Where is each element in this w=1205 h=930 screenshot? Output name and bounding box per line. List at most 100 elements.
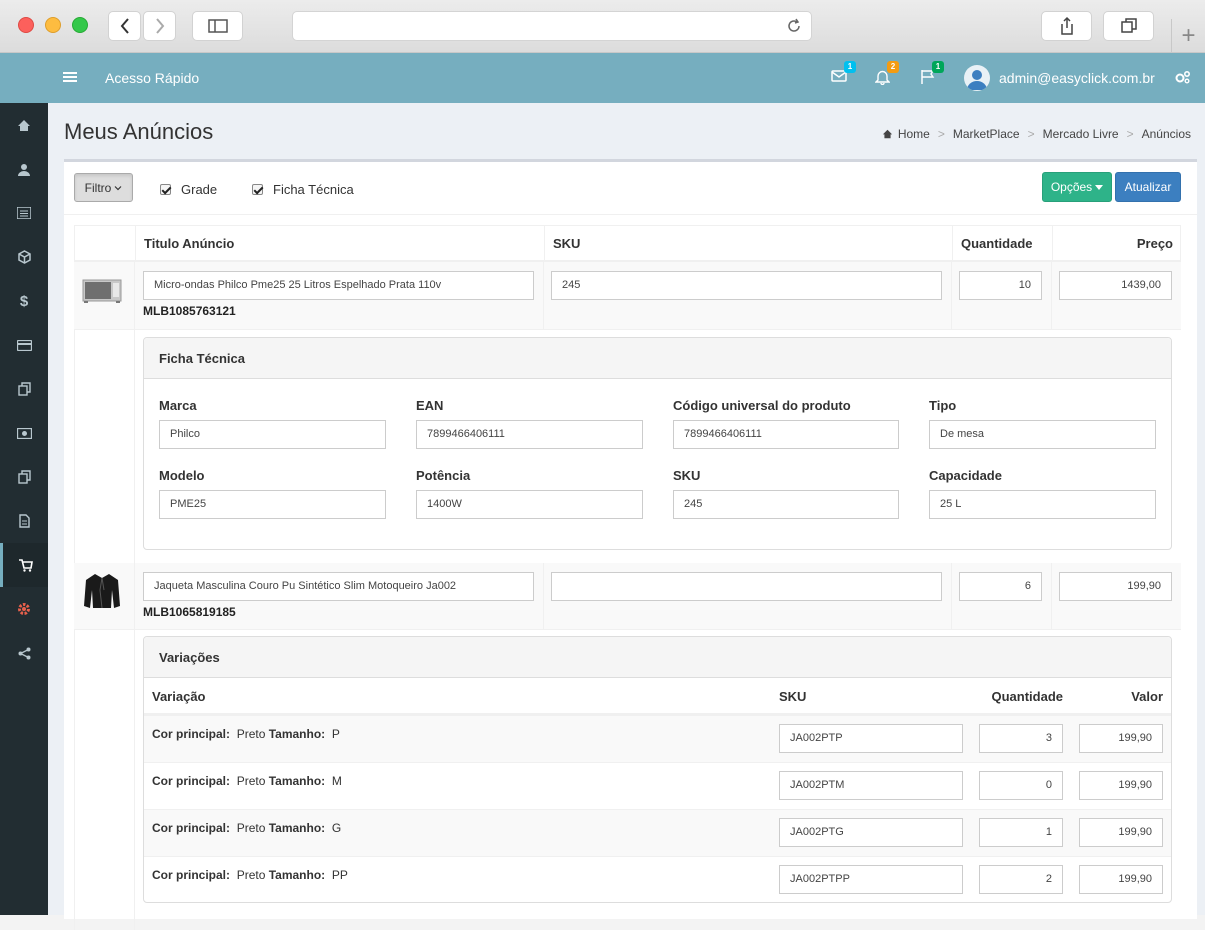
codigo-universal-input[interactable]: 7899466406111 (673, 420, 899, 449)
tabs-button[interactable] (1103, 11, 1154, 41)
file-text-icon (18, 514, 30, 528)
share-button[interactable] (1041, 11, 1092, 41)
variation-quantity-input[interactable]: 2 (979, 865, 1063, 894)
sidebar-item-payments[interactable] (0, 323, 48, 367)
ean-input[interactable]: 7899466406111 (416, 420, 643, 449)
header-price: Preço (1052, 226, 1181, 262)
variation-value-input[interactable]: 199,90 (1079, 771, 1163, 800)
listing-sku-input[interactable]: 245 (551, 271, 942, 300)
sidebar-item-copies[interactable] (0, 367, 48, 411)
variation-row: Cor principal: Preto Tamanho: G JA002PTG… (144, 809, 1171, 856)
variation-sku-input[interactable]: JA002PTG (779, 818, 963, 847)
filter-button[interactable]: Filtro (74, 173, 133, 202)
variation-sku-input[interactable]: JA002PTM (779, 771, 963, 800)
tipo-input[interactable]: De mesa (929, 420, 1156, 449)
field-label: Código universal do produto (673, 398, 851, 413)
checkbox-checked[interactable] (252, 184, 263, 195)
field-label: SKU (673, 468, 701, 483)
user-avatar[interactable] (964, 65, 990, 91)
table-header: Titulo Anúncio SKU Quantidade Preço (74, 225, 1181, 262)
chevron-left-icon (120, 18, 129, 34)
page-title: Meus Anúncios (64, 119, 214, 144)
grade-checkbox[interactable]: Grade (160, 182, 217, 197)
sidebar-item-marketplace[interactable] (0, 543, 48, 587)
header-variation: Variação (152, 689, 206, 704)
variation-quantity-input[interactable]: 1 (979, 818, 1063, 847)
flags-button[interactable]: 1 (920, 61, 944, 90)
credit-card-icon (16, 339, 32, 351)
options-button[interactable]: Opções (1042, 172, 1112, 202)
product-thumbnail-jacket (81, 570, 123, 612)
listing-price-input[interactable]: 199,90 (1059, 572, 1172, 601)
sidebar-item-integrations[interactable] (0, 631, 48, 675)
quick-access-link[interactable]: Acesso Rápido (105, 70, 199, 86)
messages-button[interactable]: 1 (831, 61, 856, 88)
potencia-input[interactable]: 1400W (416, 490, 643, 519)
sidebar-item-settings[interactable] (0, 587, 48, 631)
cogs-icon[interactable] (1175, 70, 1191, 89)
breadcrumb-mercado-livre[interactable]: Mercado Livre (1043, 127, 1119, 141)
product-thumbnail-microwave (81, 275, 123, 317)
sidebar-item-documents[interactable] (0, 455, 48, 499)
hamburger-menu-icon[interactable] (63, 70, 77, 89)
home-icon (18, 119, 30, 131)
refresh-button[interactable]: Atualizar (1115, 172, 1181, 202)
variacoes-title: Variações (144, 637, 1171, 678)
sidebar-item-products[interactable] (0, 235, 48, 279)
sidebar-item-home[interactable] (0, 103, 48, 147)
variation-value-input[interactable]: 199,90 (1079, 865, 1163, 894)
main-content: Meus Anúncios Home > MarketPlace > Merca… (48, 103, 1205, 930)
maximize-window-button[interactable] (72, 17, 88, 33)
address-bar[interactable] (292, 11, 812, 41)
share-icon (1060, 16, 1073, 35)
new-tab-button[interactable]: + (1171, 19, 1205, 53)
breadcrumb-marketplace[interactable]: MarketPlace (953, 127, 1020, 141)
listing-quantity-input[interactable]: 10 (959, 271, 1042, 300)
sidebar-item-list[interactable] (0, 191, 48, 235)
variation-quantity-input[interactable]: 3 (979, 724, 1063, 753)
ficha-sku-input[interactable]: 245 (673, 490, 899, 519)
dollar-icon: $ (19, 292, 29, 310)
listings-box: Filtro Grade Ficha Técnica Opções Atuali… (64, 159, 1197, 930)
size-label: Tamanho: (268, 821, 326, 835)
reload-icon[interactable] (785, 17, 803, 40)
notifications-badge: 2 (887, 61, 899, 73)
sidebar-item-reports[interactable] (0, 499, 48, 543)
listing-sku-input[interactable] (551, 572, 942, 601)
checkbox-checked[interactable] (160, 184, 171, 195)
listing-price-input[interactable]: 1439,00 (1059, 271, 1172, 300)
minimize-window-button[interactable] (45, 17, 61, 33)
variation-row: Cor principal: Preto Tamanho: PP JA002PT… (144, 856, 1171, 903)
variation-value-input[interactable]: 199,90 (1079, 818, 1163, 847)
close-window-button[interactable] (18, 17, 34, 33)
forward-button[interactable] (143, 11, 176, 41)
notifications-button[interactable]: 2 (874, 61, 899, 90)
sidebar-toggle-button[interactable] (192, 11, 243, 41)
ficha-tecnica-checkbox-label: Ficha Técnica (273, 182, 354, 197)
sidebar-item-financial[interactable]: $ (0, 279, 48, 323)
capacidade-input[interactable]: 25 L (929, 490, 1156, 519)
listing-title-input[interactable]: Jaqueta Masculina Couro Pu Sintético Sli… (143, 572, 534, 601)
sidebar-item-money[interactable] (0, 411, 48, 455)
back-button[interactable] (108, 11, 141, 41)
color-label: Cor principal: (152, 727, 231, 741)
ficha-tecnica-checkbox[interactable]: Ficha Técnica (252, 182, 354, 197)
listing-title-input[interactable]: Micro-ondas Philco Pme25 25 Litros Espel… (143, 271, 534, 300)
variation-quantity-input[interactable]: 0 (979, 771, 1063, 800)
share-alt-icon (18, 647, 30, 659)
breadcrumb-home[interactable]: Home (898, 127, 930, 141)
tabs-icon (1120, 18, 1137, 33)
variation-value-input[interactable]: 199,90 (1079, 724, 1163, 753)
listing-quantity-input[interactable]: 6 (959, 572, 1042, 601)
variation-sku-input[interactable]: JA002PTP (779, 724, 963, 753)
color-label: Cor principal: (152, 868, 231, 882)
money-icon (16, 427, 32, 439)
user-email[interactable]: admin@easyclick.com.br (999, 70, 1155, 86)
modelo-input[interactable]: PME25 (159, 490, 386, 519)
color-value: Preto (236, 774, 266, 788)
sidebar-item-users[interactable] (0, 147, 48, 191)
browser-chrome: + (0, 0, 1205, 53)
variation-sku-input[interactable]: JA002PTPP (779, 865, 963, 894)
options-button-label: Opções (1050, 180, 1093, 194)
marca-input[interactable]: Philco (159, 420, 386, 449)
